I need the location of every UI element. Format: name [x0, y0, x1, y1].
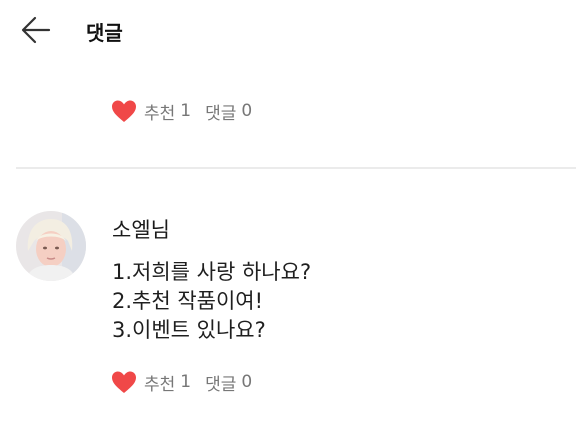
comment-line: 3.이벤트 있나요?	[112, 318, 266, 342]
comment-count: 0	[241, 372, 253, 392]
comment-line: 2.추천 작품이여!	[112, 289, 264, 313]
divider	[16, 167, 576, 169]
heart-icon[interactable]	[110, 369, 138, 395]
avatar-image	[16, 211, 86, 281]
recommend-count: 1	[180, 101, 192, 121]
top-bar: 댓글	[0, 0, 576, 60]
comment-label[interactable]: 댓글	[205, 370, 236, 395]
page-title: 댓글	[86, 21, 123, 45]
recommend-label[interactable]: 추천	[144, 99, 175, 124]
comment-text: 1.저희를 사랑 하나요? 2.추천 작품이여! 3.이벤트 있나요?	[112, 258, 311, 345]
comment-action-bar: 추천 1 댓글 0	[110, 367, 252, 397]
comment-label[interactable]: 댓글	[205, 99, 236, 124]
heart-icon[interactable]	[110, 98, 138, 124]
recommend-label[interactable]: 추천	[144, 370, 175, 395]
avatar[interactable]	[16, 211, 86, 281]
comment-count: 0	[241, 101, 253, 121]
recommend-count: 1	[180, 372, 192, 392]
comment-author: 소엘님	[112, 218, 170, 242]
back-arrow-icon[interactable]	[18, 12, 58, 48]
back-button[interactable]	[18, 12, 58, 48]
comment-line: 1.저희를 사랑 하나요?	[112, 260, 312, 284]
post-action-bar: 추천 1 댓글 0	[110, 96, 252, 126]
